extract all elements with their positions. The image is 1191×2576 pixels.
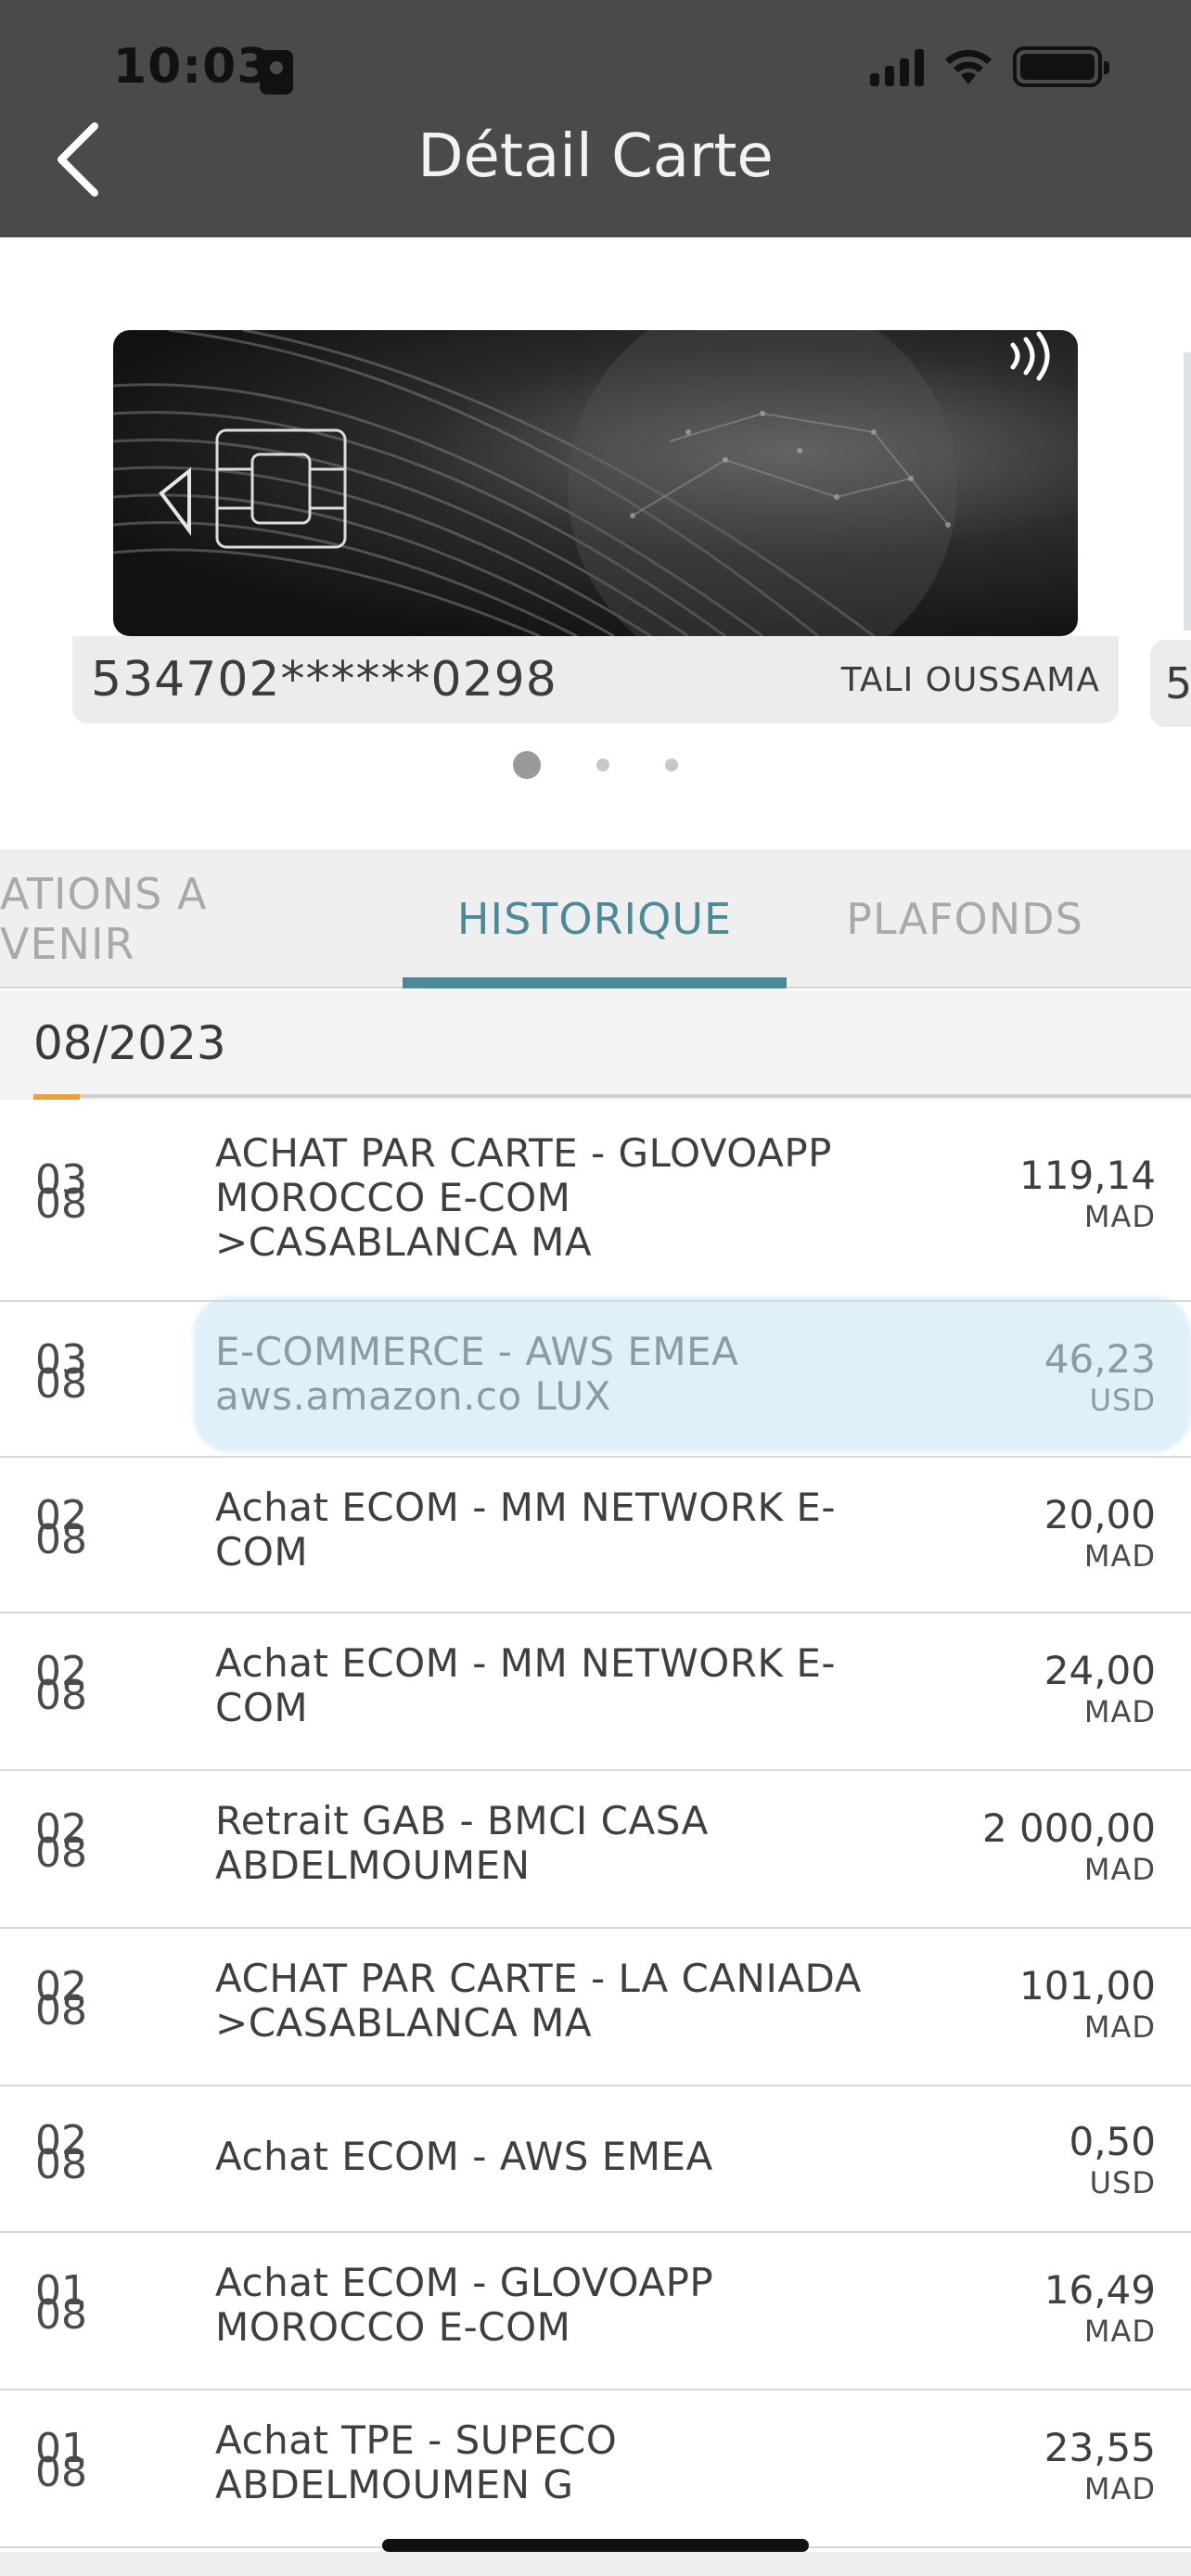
transaction-description: Achat ECOM - MM NETWORK E-COM [215, 1485, 837, 1575]
transaction-amount: 46,23 USD [1044, 1336, 1156, 1419]
transaction-date: 02 08 [35, 1492, 87, 1563]
transaction-description: Achat ECOM - MM NETWORK E-COM [215, 1640, 837, 1730]
home-indicator[interactable] [382, 2539, 809, 2552]
transaction-date: 03 08 [35, 1156, 87, 1228]
contactless-icon [1010, 331, 1050, 381]
wifi-icon [945, 49, 992, 84]
transaction-row[interactable]: 02 08 Retrait GAB - BMCI CASA ABDELMOUMEN… [0, 1771, 1191, 1929]
transaction-amount: 23,55 MAD [1044, 2425, 1156, 2507]
transaction-description: Retrait GAB - BMCI CASA ABDELMOUMEN [215, 1798, 709, 1888]
transaction-amount: 2 000,00 MAD [981, 1805, 1156, 1888]
page-title: Détail Carte [417, 122, 774, 191]
transaction-date: 02 08 [35, 1805, 87, 1877]
transaction-description: E-COMMERCE - AWS EMEA aws.amazon.co LUX [215, 1329, 739, 1419]
transaction-row[interactable]: 01 08 Achat TPE - SUPECO ABDELMOUMEN G 23… [0, 2391, 1191, 2548]
battery-icon [1013, 46, 1109, 87]
transaction-description: Achat ECOM - GLOVOAPP MOROCCO E-COM [215, 2260, 714, 2350]
status-icons [870, 46, 1109, 87]
transaction-date: 02 08 [35, 1648, 87, 1719]
transaction-amount: 101,00 MAD [1019, 1963, 1156, 2046]
transaction-row[interactable]: 02 08 Achat ECOM - AWS EMEA 0,50 USD [0, 2086, 1191, 2233]
transaction-row[interactable]: 03 08 ACHAT PAR CARTE - GLOVOAPP MOROCCO … [0, 1102, 1191, 1302]
transaction-description: ACHAT PAR CARTE - LA CANIADA >CASABLANCA… [215, 1956, 862, 2046]
bottom-strip [0, 2552, 1191, 2576]
next-card-number-peek: 5 [1165, 658, 1191, 708]
transaction-amount: 24,00 MAD [1044, 1648, 1156, 1730]
tab-plafonds[interactable]: PLAFONDS [816, 849, 1113, 988]
card-number: 534702******0298 [91, 652, 557, 708]
cellular-signal-icon [870, 47, 924, 86]
transaction-date: 03 08 [35, 1336, 87, 1408]
transaction-amount: 0,50 USD [1069, 2119, 1156, 2201]
tab-bar: ATIONS A VENIR HISTORIQUE PLAFONDS [0, 849, 1191, 988]
transaction-row[interactable]: 02 08 Achat ECOM - MM NETWORK E-COM 24,00… [0, 1613, 1191, 1771]
transaction-amount: 119,14 MAD [1019, 1153, 1156, 1235]
transaction-row[interactable]: 02 08 Achat ECOM - MM NETWORK E-COM 20,00… [0, 1458, 1191, 1613]
transaction-row[interactable]: 02 08 ACHAT PAR CARTE - LA CANIADA >CASAB… [0, 1929, 1191, 2086]
pagination-dot-3[interactable] [665, 759, 678, 772]
transaction-date: 02 08 [35, 1963, 87, 2034]
card-carousel-item[interactable]: 534702******0298 TALI OUSSAMA [72, 330, 1119, 725]
transaction-description: Achat TPE - SUPECO ABDELMOUMEN G [215, 2417, 618, 2507]
next-card-peek[interactable]: 5 [1150, 640, 1191, 727]
transaction-row[interactable]: 03 08 E-COMMERCE - AWS EMEA aws.amazon.co… [0, 1302, 1191, 1458]
tab-operations-a-venir[interactable]: ATIONS A VENIR [0, 849, 352, 988]
transaction-description: Achat ECOM - AWS EMEA [215, 2134, 713, 2179]
app-header: 10:03 Détail Carte [0, 0, 1191, 237]
section-accent-bar [33, 1094, 80, 1100]
carousel-pagination [0, 751, 1191, 779]
next-card-edge [1184, 352, 1191, 631]
month-section-header: 08/2023 [0, 990, 1191, 1100]
pagination-dot-2[interactable] [596, 759, 609, 772]
transaction-date: 02 08 [35, 2117, 87, 2188]
status-time: 10:03 [113, 39, 272, 95]
contact-card-icon [260, 50, 293, 95]
tab-historique[interactable]: HISTORIQUE [403, 849, 787, 988]
card-info-bar: 534702******0298 TALI OUSSAMA [72, 636, 1119, 723]
transaction-amount: 20,00 MAD [1044, 1492, 1156, 1575]
section-period: 08/2023 [33, 1016, 226, 1070]
pagination-dot-1[interactable] [513, 751, 541, 779]
active-tab-indicator [403, 977, 787, 988]
transaction-row[interactable]: 01 08 Achat ECOM - GLOVOAPP MOROCCO E-COM… [0, 2233, 1191, 2391]
transaction-date: 01 08 [35, 2267, 87, 2339]
transaction-amount: 16,49 MAD [1044, 2267, 1156, 2350]
transaction-description: ACHAT PAR CARTE - GLOVOAPP MOROCCO E-COM… [215, 1130, 832, 1265]
transaction-date: 01 08 [35, 2425, 87, 2496]
bank-card-image [113, 330, 1078, 636]
card-holder-name: TALI OUSSAMA [840, 660, 1100, 699]
